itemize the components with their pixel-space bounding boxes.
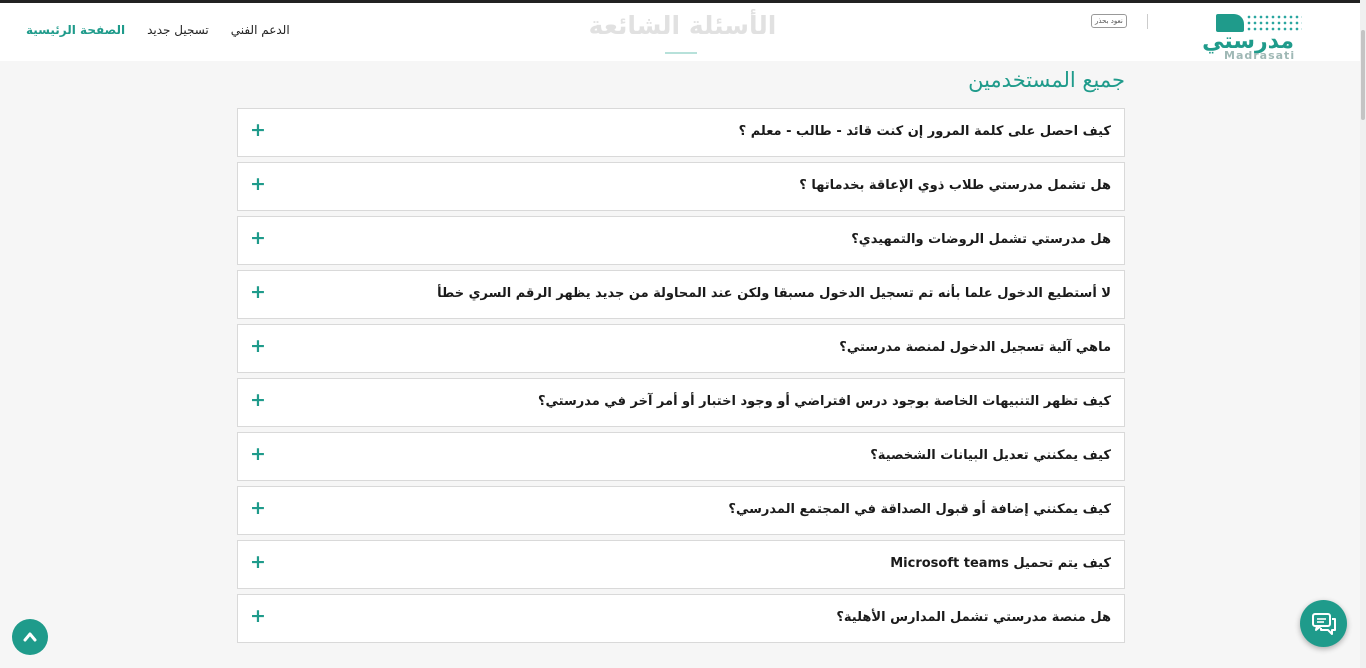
nav-home-link[interactable]: الصفحة الرئيسية bbox=[26, 23, 125, 37]
logo-english-text: Madrasati bbox=[1224, 49, 1296, 62]
faq-question: هل منصة مدرستي تشمل المدارس الأهلية؟ bbox=[836, 610, 1111, 625]
madrasati-logo[interactable]: مدرستي Madrasati bbox=[1202, 11, 1306, 62]
scrollbar-thumb[interactable] bbox=[1361, 30, 1365, 120]
expand-plus-icon[interactable]: + bbox=[250, 173, 266, 195]
nav-support-link[interactable]: الدعم الفني bbox=[231, 23, 290, 37]
expand-plus-icon[interactable]: + bbox=[250, 389, 266, 411]
expand-plus-icon[interactable]: + bbox=[250, 551, 266, 573]
faq-question: هل تشمل مدرستي طلاب ذوي الإعاقة بخدماتها… bbox=[799, 178, 1111, 193]
faq-question: كيف تظهر التنبيهات الخاصة بوجود درس افتر… bbox=[537, 394, 1111, 409]
expand-plus-icon[interactable]: + bbox=[250, 497, 266, 519]
faq-item[interactable]: ماهي آلية تسجيل الدخول لمنصة مدرستي؟ + bbox=[237, 324, 1125, 373]
faq-question: كيف يتم تحميل Microsoft teams bbox=[890, 556, 1111, 571]
top-header: الصفحة الرئيسية تسجيل جديد الدعم الفني ا… bbox=[0, 0, 1366, 62]
faq-question: هل مدرستي تشمل الروضات والتمهيدي؟ bbox=[851, 232, 1111, 247]
expand-plus-icon[interactable]: + bbox=[250, 335, 266, 357]
expand-plus-icon[interactable]: + bbox=[250, 443, 266, 465]
faq-item[interactable]: كيف تظهر التنبيهات الخاصة بوجود درس افتر… bbox=[237, 378, 1125, 427]
faq-question: كيف يمكنني تعديل البيانات الشخصية؟ bbox=[870, 448, 1111, 463]
faq-list: كيف احصل على كلمة المرور إن كنت قائد - ط… bbox=[237, 108, 1125, 648]
header-divider bbox=[1147, 14, 1148, 29]
back-cautiously-badge[interactable]: نعود بحذر bbox=[1091, 14, 1127, 28]
title-underline bbox=[665, 52, 697, 54]
faq-question: كيف يمكنني إضافة أو قبول الصداقة في المج… bbox=[728, 502, 1111, 517]
faq-item[interactable]: كيف يمكنني تعديل البيانات الشخصية؟ + bbox=[237, 432, 1125, 481]
scroll-to-top-button[interactable] bbox=[12, 619, 48, 655]
faq-item[interactable]: هل منصة مدرستي تشمل المدارس الأهلية؟ + bbox=[237, 594, 1125, 643]
faq-item[interactable]: لا أستطيع الدخول علما بأنه تم تسجيل الدخ… bbox=[237, 270, 1125, 319]
faq-question: كيف احصل على كلمة المرور إن كنت قائد - ط… bbox=[738, 124, 1111, 139]
faq-item[interactable]: كيف احصل على كلمة المرور إن كنت قائد - ط… bbox=[237, 108, 1125, 157]
faq-item[interactable]: هل مدرستي تشمل الروضات والتمهيدي؟ + bbox=[237, 216, 1125, 265]
nav-register-link[interactable]: تسجيل جديد bbox=[147, 23, 209, 37]
faq-item[interactable]: كيف يمكنني إضافة أو قبول الصداقة في المج… bbox=[237, 486, 1125, 535]
faq-item[interactable]: هل تشمل مدرستي طلاب ذوي الإعاقة بخدماتها… bbox=[237, 162, 1125, 211]
chevron-up-icon bbox=[23, 632, 37, 642]
section-title: جميع المستخدمين bbox=[968, 68, 1125, 92]
faq-question: ماهي آلية تسجيل الدخول لمنصة مدرستي؟ bbox=[839, 340, 1111, 355]
faq-item[interactable]: كيف يتم تحميل Microsoft teams + bbox=[237, 540, 1125, 589]
expand-plus-icon[interactable]: + bbox=[250, 605, 266, 627]
expand-plus-icon[interactable]: + bbox=[250, 119, 266, 141]
chat-bubbles-icon bbox=[1311, 612, 1336, 635]
main-nav: الصفحة الرئيسية تسجيل جديد الدعم الفني bbox=[26, 23, 290, 37]
expand-plus-icon[interactable]: + bbox=[250, 227, 266, 249]
chat-button[interactable] bbox=[1300, 600, 1347, 647]
faq-question: لا أستطيع الدخول علما بأنه تم تسجيل الدخ… bbox=[437, 286, 1111, 301]
expand-plus-icon[interactable]: + bbox=[250, 281, 266, 303]
page-title: الأسئلة الشائعة bbox=[588, 11, 777, 40]
